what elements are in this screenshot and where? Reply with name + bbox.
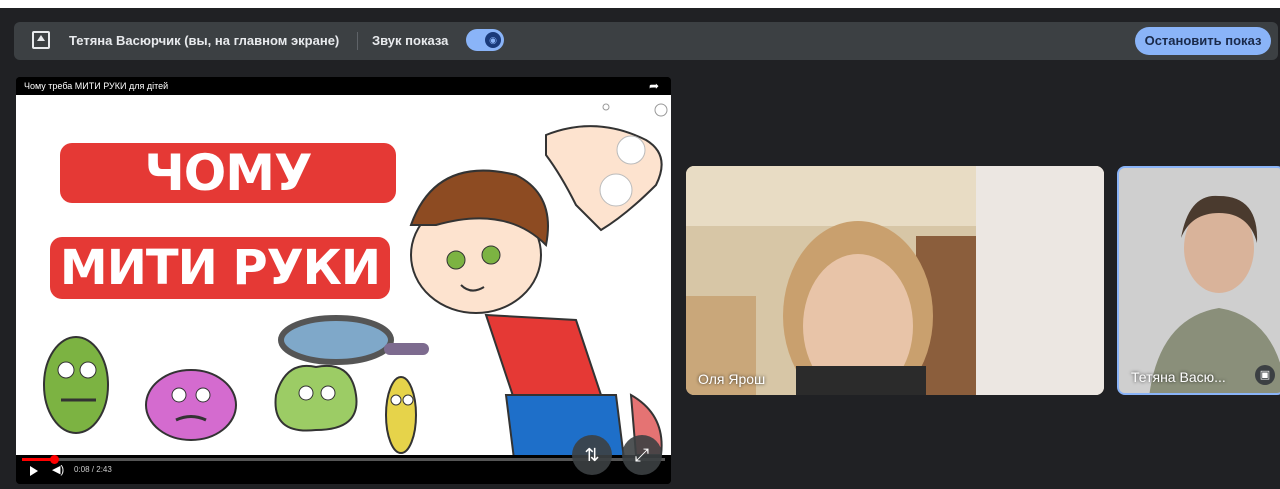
presentation-sound-toggle[interactable]: ◉ bbox=[466, 29, 504, 51]
video-progress-bar[interactable] bbox=[22, 455, 665, 464]
participant-tile[interactable]: Оля Ярош bbox=[686, 166, 1104, 395]
participant-name: Тетяна Васю... bbox=[1131, 369, 1226, 385]
video-thumbnail[interactable]: ЧОМУ ТРЕБА МИТИ РУКИ ? bbox=[16, 95, 671, 455]
stop-presenting-button[interactable]: Остановить показ bbox=[1135, 27, 1271, 55]
sound-icon: ◉ bbox=[485, 32, 501, 48]
thumbnail-title-line-2: МИТИ РУКИ ? bbox=[50, 237, 390, 358]
picture-in-picture-icon[interactable]: ▣ bbox=[1255, 365, 1275, 385]
shared-video-panel: Чому треба МИТИ РУКИ для дітей ➦ ЧОМУ ТР… bbox=[16, 77, 671, 484]
thumbnail-title-line-1: ЧОМУ ТРЕБА bbox=[60, 143, 396, 262]
participant-video bbox=[686, 166, 1104, 395]
volume-icon[interactable]: ◀) bbox=[52, 463, 64, 476]
divider bbox=[357, 32, 358, 50]
participant-video bbox=[1119, 168, 1280, 393]
participant-tile-self[interactable]: Тетяна Васю... ▣ bbox=[1117, 166, 1280, 395]
presentation-sound-label: Звук показа bbox=[372, 33, 449, 48]
presenter-name: Тетяна Васюрчик (вы, на главном экране) bbox=[69, 33, 340, 48]
fullscreen-button[interactable]: ⤢ bbox=[622, 435, 662, 475]
window-top-strip bbox=[0, 0, 1280, 8]
video-time: 0:08 / 2:43 bbox=[74, 465, 112, 474]
present-screen-icon bbox=[32, 31, 50, 49]
participant-name: Оля Ярош bbox=[698, 371, 766, 387]
presentation-bar: Тетяна Васюрчик (вы, на главном экране) … bbox=[14, 22, 1278, 60]
share-icon[interactable]: ➦ bbox=[649, 79, 659, 93]
swap-layout-button[interactable]: ⇅ bbox=[572, 435, 612, 475]
video-titlebar: Чому треба МИТИ РУКИ для дітей ➦ bbox=[16, 77, 671, 95]
play-icon[interactable] bbox=[30, 466, 38, 476]
video-title[interactable]: Чому треба МИТИ РУКИ для дітей bbox=[24, 81, 168, 91]
